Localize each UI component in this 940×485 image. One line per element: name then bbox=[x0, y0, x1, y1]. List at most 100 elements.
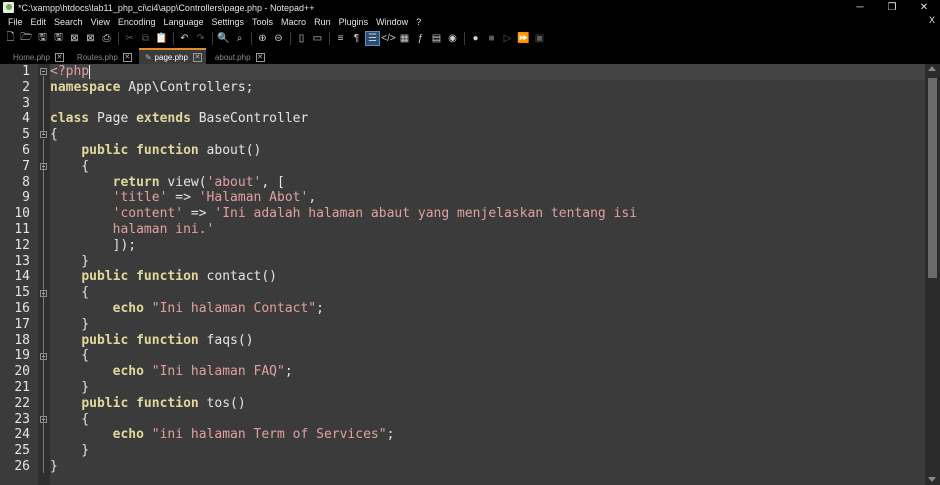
restore-button[interactable]: ❐ bbox=[876, 0, 908, 15]
zoom-in-icon[interactable]: ⊕ bbox=[255, 31, 270, 46]
tab-page-php[interactable]: ✎ page.php ✕ bbox=[138, 48, 206, 64]
tab-close-icon[interactable]: ✕ bbox=[122, 52, 132, 62]
run-macro-multiple-icon[interactable]: ⏩ bbox=[516, 31, 531, 46]
tab-routes-php[interactable]: Routes.php ✕ bbox=[71, 50, 136, 64]
code-line-5: { bbox=[50, 127, 58, 143]
menu-language[interactable]: Language bbox=[159, 17, 207, 27]
close-document-button[interactable]: X bbox=[929, 15, 935, 25]
xml-tag-icon[interactable]: </> bbox=[381, 31, 396, 46]
code-line-4: class Page extends BaseController bbox=[50, 111, 925, 127]
keyword: public bbox=[81, 142, 129, 158]
replace-icon[interactable]: ⌕ bbox=[232, 31, 247, 46]
indent-guide-icon[interactable]: ☰ bbox=[365, 31, 380, 46]
fold-marker-icon[interactable] bbox=[40, 290, 47, 297]
function-list-icon[interactable]: ƒ bbox=[413, 31, 428, 46]
scroll-down-arrow-icon[interactable] bbox=[928, 477, 936, 482]
menu-tools[interactable]: Tools bbox=[248, 17, 277, 27]
fold-guide-line bbox=[43, 76, 44, 135]
keyword: class bbox=[50, 111, 90, 127]
toolbar-separator bbox=[212, 32, 213, 45]
word-wrap-icon[interactable]: ≡ bbox=[333, 31, 348, 46]
menu-macro[interactable]: Macro bbox=[277, 17, 310, 27]
tab-close-icon[interactable]: ✕ bbox=[192, 52, 202, 62]
cut-icon[interactable]: ✂ bbox=[122, 31, 137, 46]
new-file-icon[interactable]: 🗋 bbox=[3, 31, 18, 46]
redo-icon[interactable]: ↷ bbox=[193, 31, 208, 46]
fold-marker-icon[interactable] bbox=[40, 68, 47, 75]
close-button[interactable]: ✕ bbox=[908, 0, 940, 15]
minimize-button[interactable]: ─ bbox=[844, 0, 876, 15]
window-controls: ─ ❐ ✕ bbox=[844, 0, 940, 15]
code-line-12: ]); bbox=[50, 237, 137, 253]
play-macro-icon[interactable]: ▷ bbox=[500, 31, 515, 46]
monitor-icon[interactable]: ◉ bbox=[445, 31, 460, 46]
tab-about-php[interactable]: about.php ✕ bbox=[209, 50, 269, 64]
code-text: => bbox=[167, 190, 199, 206]
print-icon[interactable]: ⎙ bbox=[99, 31, 114, 46]
menu-edit[interactable]: Edit bbox=[27, 17, 51, 27]
scroll-up-arrow-icon[interactable] bbox=[928, 66, 936, 71]
code-text: view( bbox=[159, 174, 207, 190]
menu-plugins[interactable]: Plugins bbox=[335, 17, 373, 27]
menu-help[interactable]: ? bbox=[412, 17, 425, 27]
fold-marker-icon[interactable] bbox=[40, 163, 47, 170]
paste-icon[interactable]: 📋 bbox=[154, 31, 169, 46]
sync-v-icon[interactable]: ▯ bbox=[294, 31, 309, 46]
sync-h-icon[interactable]: ▭ bbox=[310, 31, 325, 46]
code-line-7: { bbox=[50, 158, 90, 174]
vertical-scrollbar[interactable] bbox=[925, 64, 940, 485]
code-text: ; bbox=[316, 300, 324, 316]
code-editor[interactable]: 1 2 3 4 5 6 7 8 9 10 11 12 13 14 15 16 1… bbox=[0, 64, 940, 485]
php-open-tag: <?php bbox=[50, 64, 90, 79]
fold-marker-icon[interactable] bbox=[40, 131, 47, 138]
fold-marker-icon[interactable] bbox=[40, 353, 47, 360]
close-icon[interactable]: ⊠ bbox=[67, 31, 82, 46]
menu-view[interactable]: View bbox=[87, 17, 114, 27]
code-line-8: return view('about', [ bbox=[50, 175, 925, 191]
undo-icon[interactable]: ↶ bbox=[177, 31, 192, 46]
menu-run[interactable]: Run bbox=[310, 17, 335, 27]
string: "Ini halaman FAQ" bbox=[151, 364, 285, 380]
menu-search[interactable]: Search bbox=[50, 17, 87, 27]
close-all-icon[interactable]: ⊠ bbox=[83, 31, 98, 46]
tab-home-php[interactable]: Home.php ✕ bbox=[7, 50, 68, 64]
find-icon[interactable]: 🔍 bbox=[216, 31, 231, 46]
code-line-22: public function tos() bbox=[50, 396, 925, 412]
line-number: 24 bbox=[14, 427, 30, 443]
menu-file[interactable]: File bbox=[4, 17, 27, 27]
copy-icon[interactable]: ⧉ bbox=[138, 31, 153, 46]
menu-settings[interactable]: Settings bbox=[208, 17, 249, 27]
scrollbar-thumb[interactable] bbox=[928, 78, 937, 278]
open-file-icon[interactable]: 🗁 bbox=[19, 31, 34, 46]
stop-record-icon[interactable]: ■ bbox=[484, 31, 499, 46]
tab-close-icon[interactable]: ✕ bbox=[54, 52, 64, 62]
record-macro-icon[interactable]: ● bbox=[468, 31, 483, 46]
code-line-24: echo "ini halaman Term of Services"; bbox=[50, 427, 925, 443]
toolbar-separator bbox=[173, 32, 174, 45]
map-icon[interactable]: ▦ bbox=[397, 31, 412, 46]
save-all-icon[interactable]: 🖫 bbox=[51, 31, 66, 46]
menu-window[interactable]: Window bbox=[372, 17, 412, 27]
code-text-area[interactable]: <?php namespace App\Controllers; class P… bbox=[50, 64, 925, 485]
code-text: contact() bbox=[198, 269, 278, 285]
fold-marker-icon[interactable] bbox=[40, 416, 47, 423]
save-icon[interactable]: 🖫 bbox=[35, 31, 50, 46]
code-text: , [ bbox=[261, 174, 285, 190]
tab-close-icon[interactable]: ✕ bbox=[255, 52, 265, 62]
folder-workspace-icon[interactable]: ▤ bbox=[429, 31, 444, 46]
line-number: 26 bbox=[14, 458, 30, 474]
line-number: 25 bbox=[14, 443, 30, 459]
menu-encoding[interactable]: Encoding bbox=[114, 17, 160, 27]
show-all-chars-icon[interactable]: ¶ bbox=[349, 31, 364, 46]
keyword: namespace bbox=[50, 79, 121, 95]
zoom-out-icon[interactable]: ⊖ bbox=[271, 31, 286, 46]
line-number: 1 bbox=[22, 64, 30, 79]
save-macro-icon[interactable]: ▣ bbox=[532, 31, 547, 46]
